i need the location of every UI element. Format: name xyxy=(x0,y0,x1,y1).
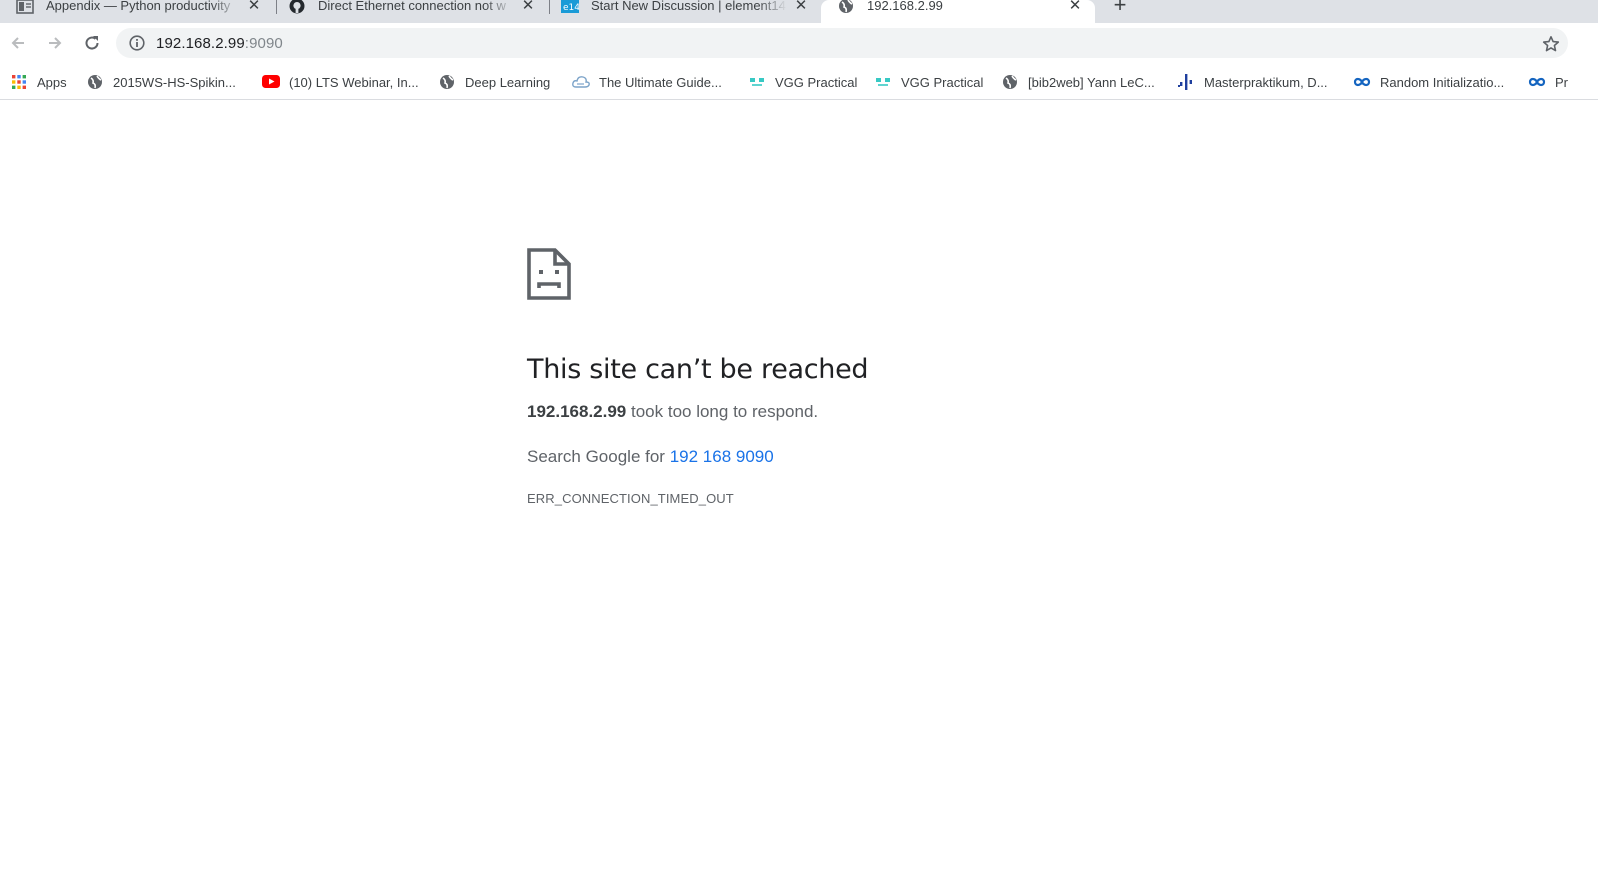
globe-icon xyxy=(837,0,855,14)
vgg-icon xyxy=(748,73,766,91)
url-port: :9090 xyxy=(244,34,283,52)
info-icon[interactable] xyxy=(128,34,146,52)
youtube-icon xyxy=(262,73,280,91)
element14-icon: e14 xyxy=(561,0,579,14)
bookmark-deep-learning[interactable]: Deep Learning xyxy=(438,70,550,94)
reload-icon xyxy=(85,36,99,50)
tab-title: Direct Ethernet connection not w xyxy=(318,0,506,13)
bookmark-vgg-practical-2[interactable]: VGG Practical xyxy=(874,70,983,94)
tab-strip: Appendix — Python productivity ✕ Direct … xyxy=(0,0,1598,23)
arrow-left-icon xyxy=(11,37,24,49)
chart-icon xyxy=(1177,73,1195,91)
tab-active-192-168-2-99[interactable]: 192.168.2.99 ✕ xyxy=(821,0,1095,23)
infinity-icon xyxy=(1353,73,1371,91)
tab-title: Appendix — Python productivity xyxy=(46,0,231,13)
globe-icon xyxy=(438,73,456,91)
bookmark-apps[interactable]: Apps xyxy=(10,70,67,94)
arrow-right-icon xyxy=(49,37,62,49)
tab-title: 192.168.2.99 xyxy=(867,0,943,13)
bookmark-label: Apps xyxy=(37,74,67,90)
error-code: ERR_CONNECTION_TIMED_OUT xyxy=(527,491,734,506)
bookmark-label: Masterpraktikum, D... xyxy=(1204,74,1328,90)
reload-button[interactable] xyxy=(81,32,103,54)
url-host: 192.168.2.99 xyxy=(156,34,245,52)
bookmark-label: (10) LTS Webinar, In... xyxy=(289,74,419,90)
infinity-icon xyxy=(1528,73,1546,91)
new-tab-button[interactable]: + xyxy=(1108,0,1132,16)
bookmark-label: Pr xyxy=(1555,74,1568,90)
tab-ethernet[interactable]: Direct Ethernet connection not w ✕ xyxy=(272,0,548,23)
apps-grid-icon xyxy=(10,73,28,91)
bookmark-lts-webinar[interactable]: (10) LTS Webinar, In... xyxy=(262,70,419,94)
bookmark-ultimate-guide[interactable]: The Ultimate Guide... xyxy=(572,70,722,94)
tab-close-icon[interactable]: ✕ xyxy=(246,0,262,14)
globe-icon xyxy=(1001,73,1019,91)
error-title: This site can’t be reached xyxy=(527,354,869,385)
bookmarks-bar: Apps 2015WS-HS-Spikin... (10) LTS Webina… xyxy=(0,64,1598,100)
star-icon xyxy=(1542,36,1560,52)
bookmark-label: Deep Learning xyxy=(465,74,551,90)
globe-icon xyxy=(86,73,104,91)
github-icon xyxy=(288,0,306,14)
tab-appendix[interactable]: Appendix — Python productivity ✕ xyxy=(0,0,274,23)
browser-toolbar: 192.168.2.99:9090 xyxy=(0,23,1598,64)
tab-element14[interactable]: e14 Start New Discussion | element14 ✕ xyxy=(545,0,821,23)
bookmark-label: VGG Practical xyxy=(775,74,858,90)
error-suggestion: Search Google for 192 168 9090 xyxy=(527,445,1227,469)
error-page: This site can’t be reached 192.168.2.99 … xyxy=(527,248,1227,508)
tab-close-icon[interactable]: ✕ xyxy=(520,0,536,14)
suggestion-prefix: Search Google for xyxy=(527,447,670,466)
bookmark-label: The Ultimate Guide... xyxy=(599,74,722,90)
forward-button[interactable] xyxy=(44,32,66,54)
bookmark-vgg-practical-1[interactable]: VGG Practical xyxy=(748,70,857,94)
back-button[interactable] xyxy=(7,32,29,54)
bookmark-bib2web[interactable]: [bib2web] Yann LeC... xyxy=(1001,70,1155,94)
document-icon xyxy=(16,0,34,14)
sad-page-icon xyxy=(527,248,571,300)
google-search-link[interactable]: 192 168 9090 xyxy=(670,447,774,466)
address-bar[interactable]: 192.168.2.99:9090 xyxy=(116,28,1568,58)
bookmark-label: VGG Practical xyxy=(901,74,984,90)
bookmark-pr[interactable]: Pr xyxy=(1528,70,1568,94)
bookmark-masterpraktikum[interactable]: Masterpraktikum, D... xyxy=(1177,70,1328,94)
error-host: 192.168.2.99 xyxy=(527,402,627,421)
url-text: 192.168.2.99:9090 xyxy=(156,35,283,52)
tab-close-icon[interactable]: ✕ xyxy=(1067,0,1083,14)
error-summary-text: took too long to respond. xyxy=(626,402,819,421)
bookmark-label: [bib2web] Yann LeC... xyxy=(1028,74,1155,90)
bookmark-label: Random Initializatio... xyxy=(1380,74,1505,90)
bookmark-star-button[interactable] xyxy=(1540,33,1562,55)
error-summary: 192.168.2.99 took too long to respond. xyxy=(527,400,1227,424)
bookmark-random-initialization[interactable]: Random Initializatio... xyxy=(1353,70,1504,94)
vgg-icon xyxy=(874,73,892,91)
tab-title: Start New Discussion | element14 xyxy=(591,0,786,13)
bookmark-2015ws[interactable]: 2015WS-HS-Spikin... xyxy=(86,70,236,94)
cloud-icon xyxy=(572,73,590,91)
bookmark-label: 2015WS-HS-Spikin... xyxy=(113,74,236,90)
svg-text:e14: e14 xyxy=(563,3,579,13)
tab-close-icon[interactable]: ✕ xyxy=(793,0,809,14)
